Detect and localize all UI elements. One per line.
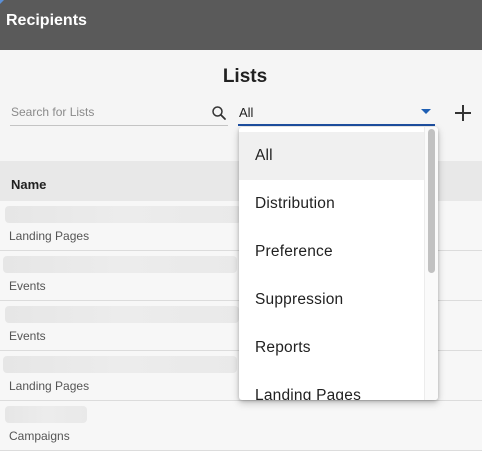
- app-header: Recipients: [0, 0, 482, 50]
- list-type-label: Events: [9, 279, 46, 293]
- search-input[interactable]: Search for Lists: [10, 102, 228, 126]
- list-name-blurred: [3, 356, 237, 373]
- page-title: Lists: [222, 66, 268, 87]
- dropdown-scrollbar[interactable]: [424, 127, 438, 400]
- list-type-dropdown-menu: All Distribution Preference Suppression …: [239, 127, 438, 400]
- dropdown-option-distribution[interactable]: Distribution: [239, 180, 425, 228]
- list-type-label: Landing Pages: [9, 379, 90, 393]
- header-corner-accent: [0, 0, 4, 4]
- dropdown-option-reports[interactable]: Reports: [239, 324, 425, 372]
- list-name-blurred: [3, 256, 237, 273]
- list-type-label: Landing Pages: [9, 229, 90, 243]
- list-type-select-value: All: [239, 105, 254, 120]
- dropdown-option-landing-pages[interactable]: Landing Pages: [239, 372, 425, 400]
- search-icon[interactable]: [210, 104, 228, 122]
- list-type-label: Events: [9, 329, 46, 343]
- table-row[interactable]: Campaigns: [0, 401, 482, 451]
- dropdown-scrollbar-thumb[interactable]: [428, 129, 435, 273]
- list-name-blurred: [5, 206, 241, 223]
- list-name-blurred: [5, 406, 87, 423]
- list-type-label: Campaigns: [9, 429, 70, 443]
- header-title: Recipients: [6, 12, 87, 29]
- column-header-name: Name: [11, 177, 47, 192]
- list-type-select[interactable]: All: [238, 102, 435, 126]
- list-name-blurred: [5, 306, 239, 323]
- add-list-button[interactable]: [452, 102, 474, 124]
- dropdown-option-preference[interactable]: Preference: [239, 228, 425, 276]
- triangle-down-icon: [421, 109, 431, 114]
- dropdown-option-suppression[interactable]: Suppression: [239, 276, 425, 324]
- dropdown-option-all[interactable]: All: [239, 132, 425, 180]
- search-placeholder: Search for Lists: [11, 105, 95, 119]
